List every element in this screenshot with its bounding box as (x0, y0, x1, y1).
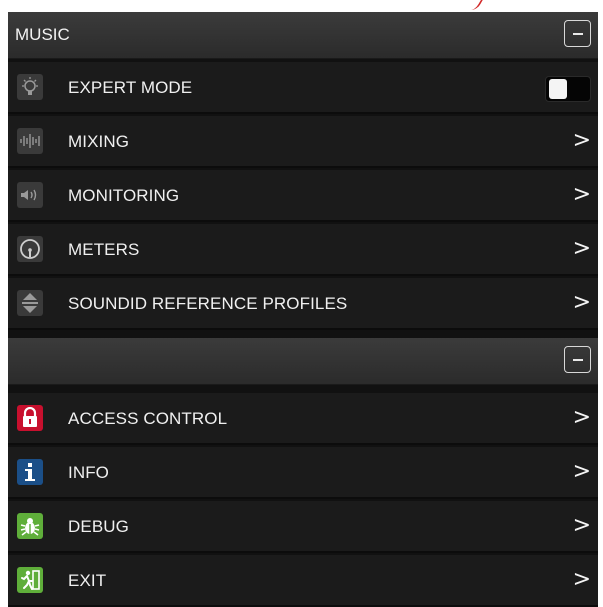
menu-item-label: MONITORING (68, 186, 180, 205)
menu-item-label: MIXING (68, 132, 130, 151)
menu-item-monitoring[interactable]: MONITORING > (8, 170, 598, 222)
menu-item-soundid-reference-profiles[interactable]: SOUNDID REFERENCE PROFILES > (8, 278, 598, 330)
chevron-right-icon: > (572, 405, 591, 430)
expert-mode-toggle[interactable] (545, 76, 591, 102)
collapse-button[interactable] (564, 346, 591, 373)
menu-item-exit[interactable]: EXIT > (8, 555, 598, 607)
section-title: MUSIC (15, 25, 70, 44)
sort-arrows-icon (17, 290, 43, 316)
music-section-header[interactable]: MUSIC (8, 12, 598, 59)
speaker-icon (17, 182, 43, 208)
menu-item-label: SOUNDID REFERENCE PROFILES (68, 294, 348, 313)
toggle-knob (549, 79, 567, 99)
chevron-right-icon: > (572, 567, 591, 592)
menu-item-label: INFO (68, 463, 110, 482)
menu-item-info[interactable]: INFO > (8, 447, 598, 499)
lightbulb-icon (17, 74, 43, 100)
collapse-button[interactable] (564, 20, 591, 47)
menu-item-meters[interactable]: METERS > (8, 224, 598, 276)
menu-item-label: ACCESS CONTROL (68, 409, 228, 428)
chevron-right-icon: > (572, 459, 591, 484)
menu-item-access-control[interactable]: ACCESS CONTROL > (8, 393, 598, 445)
menu-item-expert-mode[interactable]: EXPERT MODE (8, 62, 598, 114)
chevron-right-icon: > (572, 513, 591, 538)
menu-item-label: METERS (68, 240, 140, 259)
menu-item-debug[interactable]: DEBUG > (8, 501, 598, 553)
decorative-accent (455, 0, 483, 10)
gauge-icon (17, 236, 43, 262)
bug-icon (17, 513, 43, 539)
chevron-right-icon: > (572, 128, 591, 153)
menu-item-label: DEBUG (68, 517, 129, 536)
system-section-header[interactable] (8, 338, 598, 385)
menu-item-mixing[interactable]: MIXING > (8, 116, 598, 168)
menu-item-label: EXPERT MODE (68, 78, 193, 97)
waveform-icon (17, 128, 43, 154)
chevron-right-icon: > (572, 236, 591, 261)
chevron-right-icon: > (572, 182, 591, 207)
menu-item-label: EXIT (68, 571, 107, 590)
chevron-right-icon: > (572, 290, 591, 315)
lock-icon (17, 405, 43, 431)
settings-menu-panel: MUSIC EXPERT MODE MIXING > MONITORING > … (8, 12, 598, 607)
exit-running-man-icon (17, 567, 43, 593)
info-icon (17, 459, 43, 485)
